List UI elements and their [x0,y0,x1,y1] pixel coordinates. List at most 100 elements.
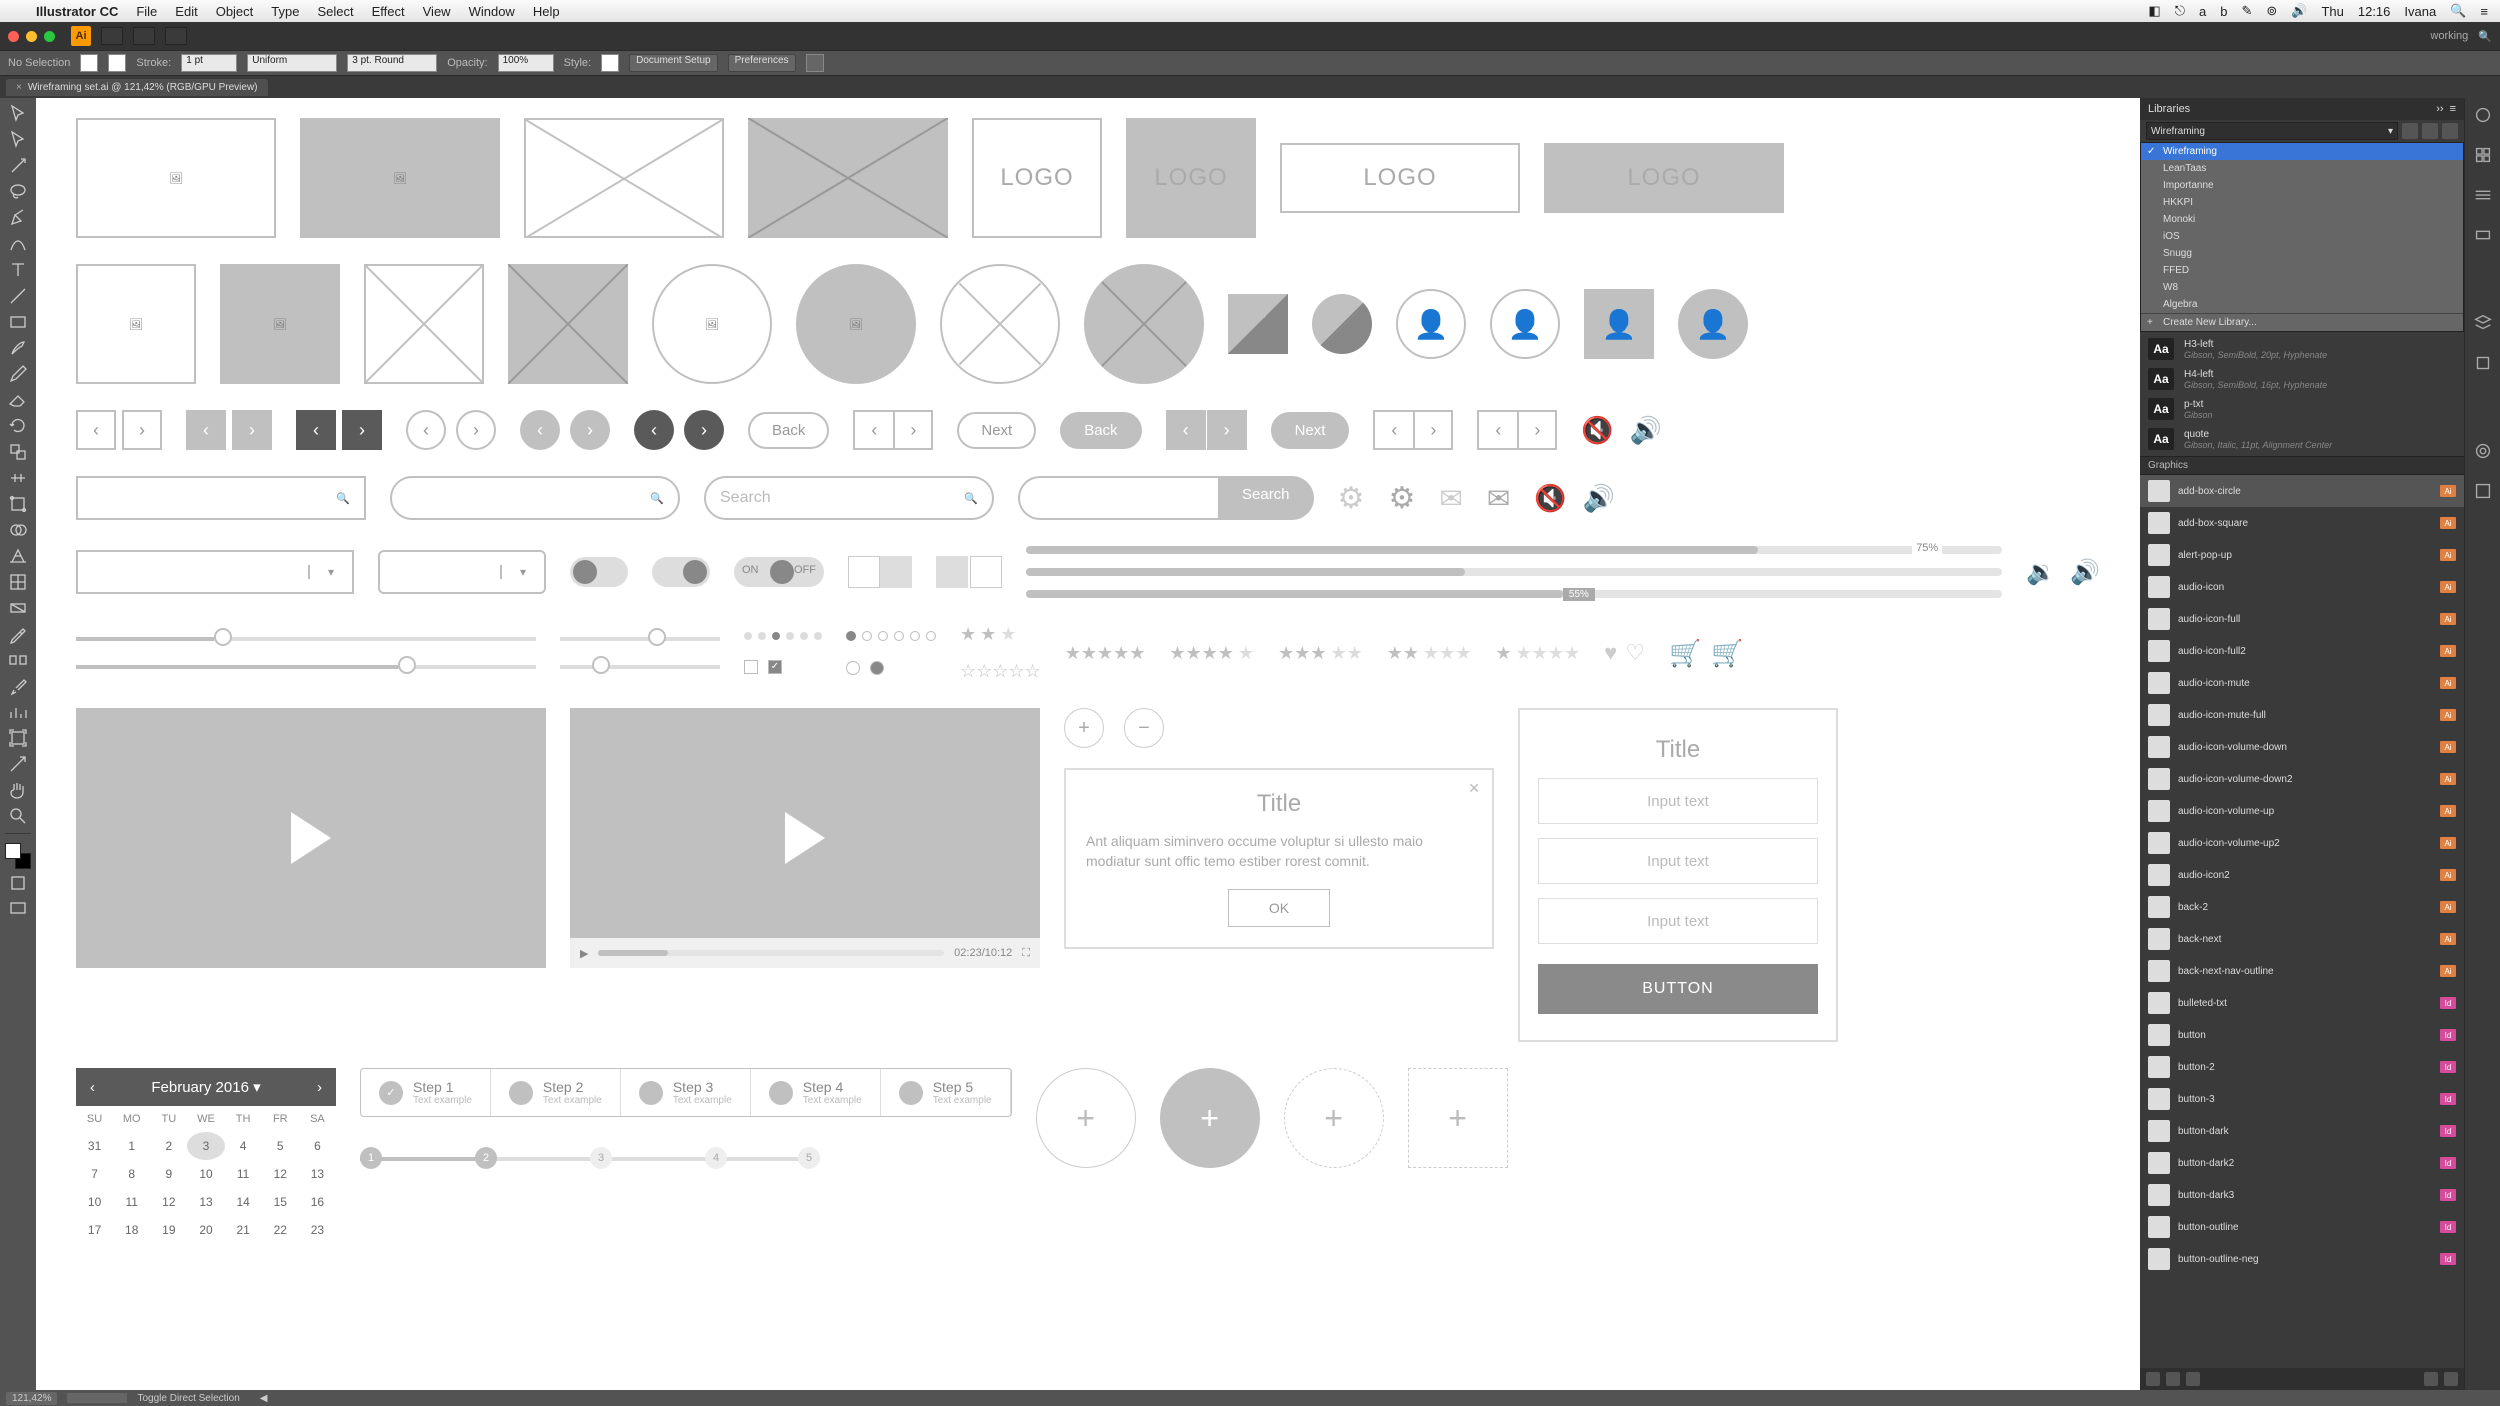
close-icon[interactable]: ✕ [1468,780,1480,797]
text-input[interactable]: Input text [1538,838,1818,884]
next-button[interactable]: › [1207,410,1247,450]
graphic-asset[interactable]: audio-icon-volume-up2Ai [2140,827,2464,859]
opacity-input[interactable]: 100% [498,54,554,72]
arrange-button[interactable] [133,27,155,45]
document-tab[interactable]: × Wireframing set.ai @ 121,42% (RGB/GPU … [6,79,268,96]
align-button[interactable] [806,54,824,72]
rectangle-tool[interactable] [6,310,30,334]
add-icon[interactable] [2424,1372,2438,1386]
library-select[interactable]: Wireframing▾ [2146,122,2398,140]
graphic-asset[interactable]: button-darkId [2140,1115,2464,1147]
library-option[interactable]: Importanne [2141,177,2463,194]
segment[interactable] [880,556,912,588]
magic-wand-tool[interactable] [6,154,30,178]
graphic-asset[interactable]: bulleted-txtId [2140,987,2464,1019]
graphic-asset[interactable]: buttonId [2140,1019,2464,1051]
symbol-sprayer-tool[interactable] [6,674,30,698]
cal-day[interactable]: 6 [299,1132,336,1160]
prev-button[interactable]: ‹ [1166,410,1206,450]
grid-view-icon[interactable] [2422,123,2438,139]
scale-tool[interactable] [6,440,30,464]
menu-view[interactable]: View [423,4,451,19]
screen-mode[interactable] [6,897,30,921]
add-button[interactable]: + [1408,1068,1508,1168]
text-input[interactable]: Input text [1538,898,1818,944]
curvature-tool[interactable] [6,232,30,256]
graphic-style-swatch[interactable] [601,54,619,72]
column-graph-tool[interactable] [6,700,30,724]
cal-day[interactable]: 19 [150,1216,187,1244]
prev-button[interactable]: ‹ [634,410,674,450]
cal-day[interactable]: 20 [187,1216,224,1244]
preferences-button[interactable]: Preferences [728,54,796,72]
next-button[interactable]: › [570,410,610,450]
graphic-asset[interactable]: audio-icon-volume-down2Ai [2140,763,2464,795]
checkbox-checked[interactable]: ✓ [768,660,782,674]
play-small-icon[interactable]: ▶ [580,947,588,960]
graphic-asset[interactable]: audio-icon2Ai [2140,859,2464,891]
slider[interactable] [560,637,720,641]
graphic-asset[interactable]: back-next-nav-outlineAi [2140,955,2464,987]
next-button[interactable]: › [1517,410,1557,450]
app-menu[interactable]: Illustrator CC [36,4,118,19]
prev-button[interactable]: ‹ [1477,410,1517,450]
rating[interactable]: ★★★★★ [1387,643,1472,664]
type-tool[interactable] [6,258,30,282]
eyedropper-tool[interactable] [6,622,30,646]
cal-day[interactable]: 7 [76,1160,113,1188]
paintbrush-tool[interactable] [6,336,30,360]
cal-day[interactable]: 13 [187,1188,224,1216]
graphic-asset[interactable]: add-box-squareAi [2140,507,2464,539]
document-setup-button[interactable]: Document Setup [629,54,718,72]
slice-tool[interactable] [6,752,30,776]
search-button[interactable]: Search [1218,476,1314,520]
slider[interactable] [76,637,536,641]
rating[interactable]: ★★★★★ [1169,643,1254,664]
tray-icon[interactable]: b [2220,4,2227,19]
cal-day[interactable]: 12 [262,1160,299,1188]
graphic-asset[interactable]: audio-icon-volume-upAi [2140,795,2464,827]
menu-type[interactable]: Type [271,4,299,19]
library-option[interactable]: Algebra [2141,296,2463,313]
width-tool[interactable] [6,466,30,490]
zoom-out-button[interactable]: − [1124,708,1164,748]
text-style-item[interactable]: Aap-txtGibson [2140,394,2464,424]
cal-day[interactable]: 16 [299,1188,336,1216]
rating[interactable]: ★★★★★ [1278,643,1363,664]
blend-tool[interactable] [6,648,30,672]
cal-day[interactable]: 17 [76,1216,113,1244]
search-input[interactable] [1018,476,1218,520]
next-button[interactable]: › [232,410,272,450]
cal-day[interactable]: 10 [187,1160,224,1188]
cal-day[interactable]: 3 [187,1132,224,1160]
artboards-panel-icon[interactable] [2472,352,2494,374]
step-item[interactable]: Step 4Text example [751,1069,881,1116]
trash-icon[interactable] [2444,1372,2458,1386]
gradient-panel-icon[interactable] [2472,224,2494,246]
graphic-asset[interactable]: button-2Id [2140,1051,2464,1083]
eraser-tool[interactable] [6,388,30,412]
add-button[interactable]: + [1160,1068,1260,1168]
tray-icon[interactable]: ◧ [2148,3,2160,19]
library-option[interactable]: iOS [2141,228,2463,245]
libraries-panel-tab[interactable]: Libraries››≡ [2140,98,2464,120]
shape-builder-tool[interactable] [6,518,30,542]
library-option[interactable]: Monoki [2141,211,2463,228]
text-style-item[interactable]: AaH4-leftGibson, SemiBold, 16pt, Hyphena… [2140,364,2464,394]
tray-volume-icon[interactable]: 🔊 [2291,3,2307,19]
graphic-asset[interactable]: add-box-circleAi [2140,475,2464,507]
cal-day[interactable]: 18 [113,1216,150,1244]
rating[interactable]: ★★★ [960,624,1041,645]
radio[interactable] [846,661,860,675]
back-button[interactable]: Back [1060,412,1141,449]
menu-object[interactable]: Object [216,4,254,19]
toggle[interactable]: ONOFF [734,557,824,587]
menu-help[interactable]: Help [533,4,560,19]
step-item[interactable]: Step 5Text example [881,1069,1011,1116]
library-dropdown[interactable]: WireframingLeanTaasImportanneHKKPIMonoki… [2140,142,2464,332]
next-button[interactable]: › [1413,410,1453,450]
search-input[interactable]: 🔍 [390,476,680,520]
cal-day[interactable]: 21 [225,1216,262,1244]
prev-button[interactable]: ‹ [520,410,560,450]
brush-select[interactable]: 3 pt. Round [347,54,437,72]
